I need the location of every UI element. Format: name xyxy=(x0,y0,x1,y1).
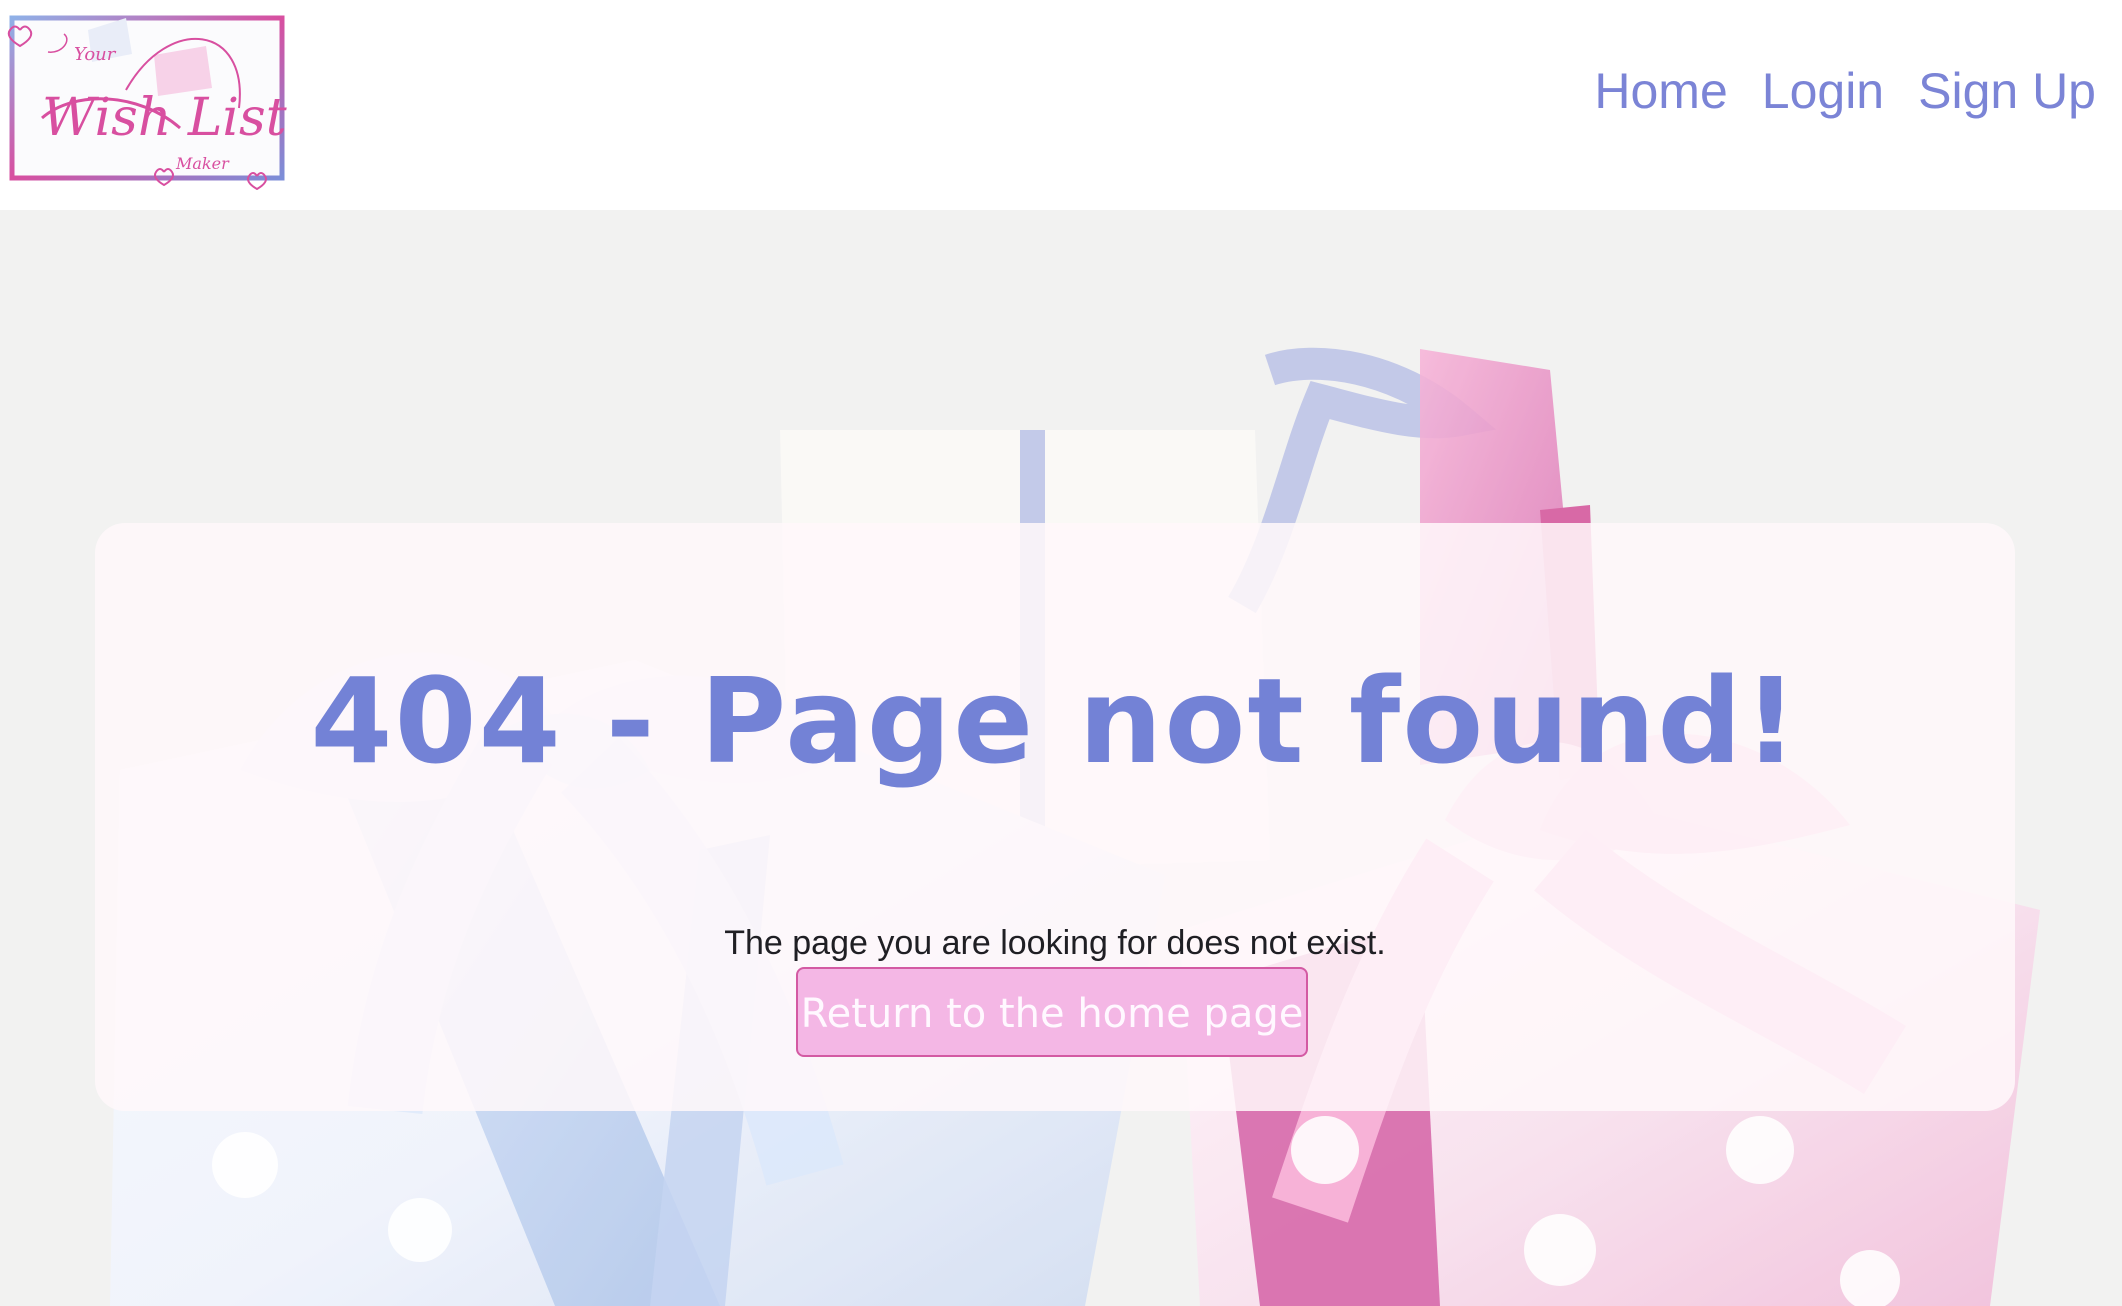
logo-wish-list-text: Wish List xyxy=(42,88,287,148)
logo-your-text: Your xyxy=(74,44,117,65)
page-title: 404 - Page not found! xyxy=(310,652,1800,791)
site-header: Your Wish List Maker Home Login Sign Up xyxy=(0,0,2122,210)
return-home-button[interactable]: Return to the home page xyxy=(796,967,1308,1057)
nav-home[interactable]: Home xyxy=(1594,66,1727,116)
wish-list-logo-icon: Your Wish List Maker xyxy=(4,10,288,191)
not-found-card: 404 - Page not found! The page you are l… xyxy=(95,523,2015,1111)
error-hero: 404 - Page not found! The page you are l… xyxy=(0,210,2122,1306)
main-navigation: Home Login Sign Up xyxy=(1594,66,2096,116)
site-logo[interactable]: Your Wish List Maker xyxy=(4,10,288,191)
not-found-message: The page you are looking for does not ex… xyxy=(724,924,1386,962)
logo-maker-text: Maker xyxy=(175,154,230,173)
nav-login[interactable]: Login xyxy=(1762,66,1884,116)
nav-sign-up[interactable]: Sign Up xyxy=(1918,66,2096,116)
